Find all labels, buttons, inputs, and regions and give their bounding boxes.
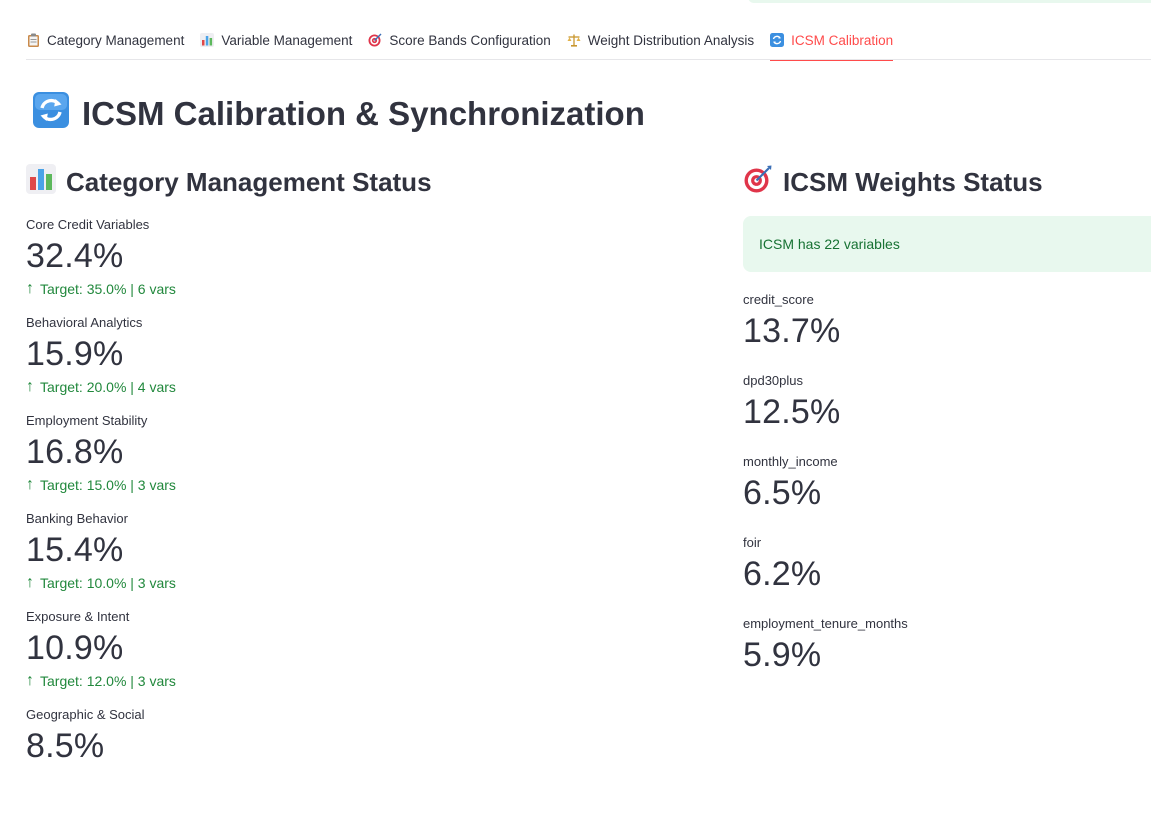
metric-value: 13.7% xyxy=(743,312,841,350)
metric-value: 16.8% xyxy=(26,433,124,471)
tab-label: Variable Management xyxy=(221,32,353,48)
tab-divider xyxy=(26,59,1151,60)
arrow-up-icon: ↑ xyxy=(26,574,34,591)
metric-behavioral-analytics: Behavioral Analytics 15.9% ↑ Target: 20.… xyxy=(26,315,666,396)
metric-label: Employment Stability xyxy=(26,413,148,428)
metric-value: 12.5% xyxy=(743,393,841,431)
bar-chart-icon xyxy=(26,163,56,201)
metric-value: 10.9% xyxy=(26,629,124,667)
category-status-heading: Category Management Status xyxy=(26,162,666,202)
metric-label: Core Credit Variables xyxy=(26,217,150,232)
metric-value: 8.5% xyxy=(26,727,105,765)
category-status-column: Category Management Status Core Credit V… xyxy=(26,162,666,767)
arrow-up-icon: ↑ xyxy=(26,476,34,493)
metric-delta-text: Target: 12.0% | 3 vars xyxy=(40,673,176,689)
weight-dpd30plus: dpd30plus 12.5% xyxy=(743,373,1151,433)
metric-delta: ↑ Target: 10.0% | 3 vars xyxy=(26,574,666,592)
weights-status-title: ICSM Weights Status xyxy=(783,166,1043,197)
app-page: Category Management Variable Management xyxy=(0,0,1151,820)
metric-label: Behavioral Analytics xyxy=(26,315,143,330)
metric-delta-text: Target: 35.0% | 6 vars xyxy=(40,281,176,297)
weights-status-column: ICSM Weights Status ICSM has 22 variable… xyxy=(743,162,1151,676)
scales-icon xyxy=(567,33,581,47)
metric-label: monthly_income xyxy=(743,454,838,469)
metric-value: 6.2% xyxy=(743,555,822,593)
tab-weight-distribution[interactable]: Weight Distribution Analysis xyxy=(567,20,754,60)
metric-label: Geographic & Social xyxy=(26,707,145,722)
metric-value: 15.4% xyxy=(26,531,124,569)
tab-icsm-calibration[interactable]: ICSM Calibration xyxy=(770,20,894,61)
metric-delta: ↑ Target: 35.0% | 6 vars xyxy=(26,280,666,298)
metric-label: Exposure & Intent xyxy=(26,609,130,624)
page-title: ICSM Calibration & Synchronization xyxy=(33,92,645,136)
clipboard-icon xyxy=(26,33,40,47)
metric-delta: ↑ Target: 15.0% | 3 vars xyxy=(26,476,666,494)
variable-count-text: ICSM has 22 variables xyxy=(759,236,900,252)
tab-score-bands[interactable]: Score Bands Configuration xyxy=(368,20,551,60)
tab-label: Category Management xyxy=(47,32,185,48)
tab-label: Weight Distribution Analysis xyxy=(587,32,755,48)
variable-count-alert: ICSM has 22 variables xyxy=(743,216,1151,272)
metric-geographic-social: Geographic & Social 8.5% xyxy=(26,707,666,767)
metric-label: employment_tenure_months xyxy=(743,616,908,631)
weight-credit-score: credit_score 13.7% xyxy=(743,292,1151,352)
tab-variable-management[interactable]: Variable Management xyxy=(200,20,352,60)
weight-employment-tenure: employment_tenure_months 5.9% xyxy=(743,616,1151,676)
metric-delta: ↑ Target: 20.0% | 4 vars xyxy=(26,378,666,396)
arrow-up-icon: ↑ xyxy=(26,672,34,689)
metric-value: 5.9% xyxy=(743,636,822,674)
refresh-icon xyxy=(770,33,785,47)
metric-label: dpd30plus xyxy=(743,373,803,388)
metric-value: 6.5% xyxy=(743,474,822,512)
metric-value: 32.4% xyxy=(26,237,124,275)
tab-category-management[interactable]: Category Management xyxy=(26,20,184,60)
metric-exposure-intent: Exposure & Intent 10.9% ↑ Target: 12.0% … xyxy=(26,609,666,690)
weight-foir: foir 6.2% xyxy=(743,535,1151,595)
target-icon xyxy=(368,33,382,47)
target-icon xyxy=(743,164,773,201)
metric-banking-behavior: Banking Behavior 15.4% ↑ Target: 10.0% |… xyxy=(26,511,666,592)
refresh-icon xyxy=(33,92,69,136)
tab-label: ICSM Calibration xyxy=(791,32,894,48)
metric-label: Banking Behavior xyxy=(26,511,128,526)
category-status-title: Category Management Status xyxy=(66,166,432,197)
tab-label: Score Bands Configuration xyxy=(389,32,551,48)
metric-label: foir xyxy=(743,535,762,550)
metric-label: credit_score xyxy=(743,292,814,307)
metric-core-credit: Core Credit Variables 32.4% ↑ Target: 35… xyxy=(26,217,666,298)
metric-employment-stability: Employment Stability 16.8% ↑ Target: 15.… xyxy=(26,413,666,494)
top-success-banner xyxy=(748,0,1151,3)
tab-bar: Category Management Variable Management xyxy=(26,20,1151,61)
bar-chart-icon xyxy=(200,33,215,47)
metric-delta-text: Target: 10.0% | 3 vars xyxy=(40,575,176,591)
weight-monthly-income: monthly_income 6.5% xyxy=(743,454,1151,514)
arrow-up-icon: ↑ xyxy=(26,280,34,297)
metric-value: 15.9% xyxy=(26,335,124,373)
page-title-text: ICSM Calibration & Synchronization xyxy=(82,95,645,132)
metric-delta-text: Target: 20.0% | 4 vars xyxy=(40,379,176,395)
weights-status-heading: ICSM Weights Status xyxy=(743,162,1151,202)
metric-delta: ↑ Target: 12.0% | 3 vars xyxy=(26,672,666,690)
arrow-up-icon: ↑ xyxy=(26,378,34,395)
metric-delta-text: Target: 15.0% | 3 vars xyxy=(40,477,176,493)
